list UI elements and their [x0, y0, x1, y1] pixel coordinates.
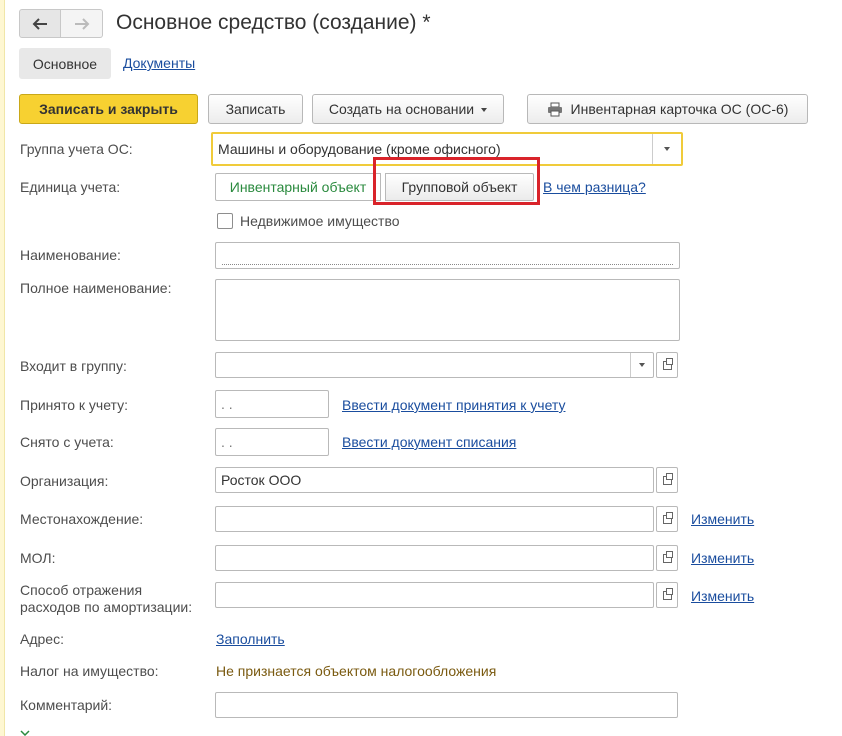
- accounting-unit-label: Единица учета:: [20, 179, 121, 195]
- open-button[interactable]: [656, 582, 678, 608]
- address-label: Адрес:: [20, 631, 64, 647]
- parent-group-input[interactable]: [215, 352, 654, 378]
- open-icon: [662, 357, 673, 370]
- open-button[interactable]: [656, 545, 678, 571]
- removed-label: Снято с учета:: [20, 434, 114, 450]
- forward-button[interactable]: [61, 9, 103, 38]
- chevron-down-icon: [481, 108, 488, 112]
- save-close-label: Записать и закрыть: [39, 101, 178, 117]
- comment-input[interactable]: [215, 692, 678, 718]
- inventory-card-label: Инвентарная карточка ОС (ОС-6): [570, 101, 789, 117]
- full-name-textarea[interactable]: [215, 279, 680, 341]
- organization-value: Росток ООО: [221, 472, 302, 488]
- save-button[interactable]: Записать: [208, 94, 303, 124]
- parent-group-label: Входит в группу:: [20, 358, 127, 374]
- mol-input[interactable]: [215, 545, 654, 571]
- name-label: Наименование:: [20, 247, 121, 263]
- accounting-group-label: Группа учета ОС:: [20, 141, 133, 157]
- left-edge-strip: [0, 0, 5, 736]
- property-tax-label: Налог на имущество:: [20, 663, 159, 679]
- nav-buttons: [19, 9, 103, 38]
- accept-document-link[interactable]: Ввести документ принятия к учету: [342, 397, 565, 413]
- change-location-link[interactable]: Изменить: [691, 511, 754, 527]
- create-based-button[interactable]: Создать на основании: [312, 94, 504, 124]
- change-mol-link[interactable]: Изменить: [691, 550, 754, 566]
- save-close-button[interactable]: Записать и закрыть: [19, 94, 198, 124]
- comment-label: Комментарий:: [20, 697, 113, 713]
- change-depreciation-link[interactable]: Изменить: [691, 588, 754, 604]
- chevron-down-icon: [639, 363, 645, 367]
- removed-date-value: . .: [221, 434, 233, 450]
- real-estate-label: Недвижимое имущество: [240, 213, 400, 229]
- page-title: Основное средство (создание) *: [116, 11, 431, 34]
- open-icon: [662, 472, 673, 485]
- name-input[interactable]: [215, 242, 680, 269]
- real-estate-checkbox[interactable]: [217, 213, 233, 229]
- save-label: Записать: [225, 101, 286, 117]
- fill-address-link[interactable]: Заполнить: [216, 631, 285, 647]
- required-underline: [222, 264, 673, 265]
- expand-icon[interactable]: [20, 730, 30, 736]
- depreciation-input[interactable]: [215, 582, 654, 608]
- accounting-group-value: Машины и оборудование (кроме офисного): [218, 141, 501, 157]
- tab-documents[interactable]: Документы: [123, 55, 195, 71]
- create-based-label: Создать на основании: [328, 101, 475, 117]
- inventory-object-option[interactable]: Инвентарный объект: [215, 173, 381, 201]
- open-icon: [662, 587, 673, 600]
- back-button[interactable]: [19, 9, 61, 38]
- property-tax-value: Не признается объектом налогообложения: [216, 663, 497, 679]
- open-button[interactable]: [656, 506, 678, 532]
- organization-label: Организация:: [20, 473, 109, 489]
- open-icon: [662, 511, 673, 524]
- chevron-down-icon: [664, 147, 670, 151]
- arrow-right-icon: [74, 17, 89, 30]
- accepted-label: Принято к учету:: [20, 397, 129, 413]
- removed-date-input[interactable]: . .: [215, 428, 329, 456]
- location-input[interactable]: [215, 506, 654, 532]
- difference-help-link[interactable]: В чем разница?: [543, 179, 646, 195]
- accepted-date-value: . .: [221, 396, 233, 412]
- inventory-card-button[interactable]: Инвентарная карточка ОС (ОС-6): [527, 94, 808, 124]
- arrow-left-icon: [32, 17, 47, 30]
- full-name-label: Полное наименование:: [20, 280, 172, 296]
- tab-main[interactable]: Основное: [19, 48, 111, 79]
- organization-input[interactable]: Росток ООО: [215, 467, 654, 493]
- open-button[interactable]: [656, 467, 678, 493]
- depreciation-label-line2: расходов по амортизации:: [20, 599, 193, 615]
- mol-label: МОЛ:: [20, 550, 56, 566]
- printer-icon: [547, 102, 562, 116]
- open-icon: [662, 550, 673, 563]
- location-label: Местонахождение:: [20, 511, 144, 527]
- dropdown-button[interactable]: [630, 353, 653, 377]
- accepted-date-input[interactable]: . .: [215, 390, 329, 418]
- writeoff-document-link[interactable]: Ввести документ списания: [342, 434, 516, 450]
- highlight-frame: [373, 157, 540, 205]
- dropdown-button[interactable]: [652, 134, 681, 164]
- depreciation-label-line1: Способ отражения: [20, 582, 143, 598]
- open-button[interactable]: [656, 352, 678, 378]
